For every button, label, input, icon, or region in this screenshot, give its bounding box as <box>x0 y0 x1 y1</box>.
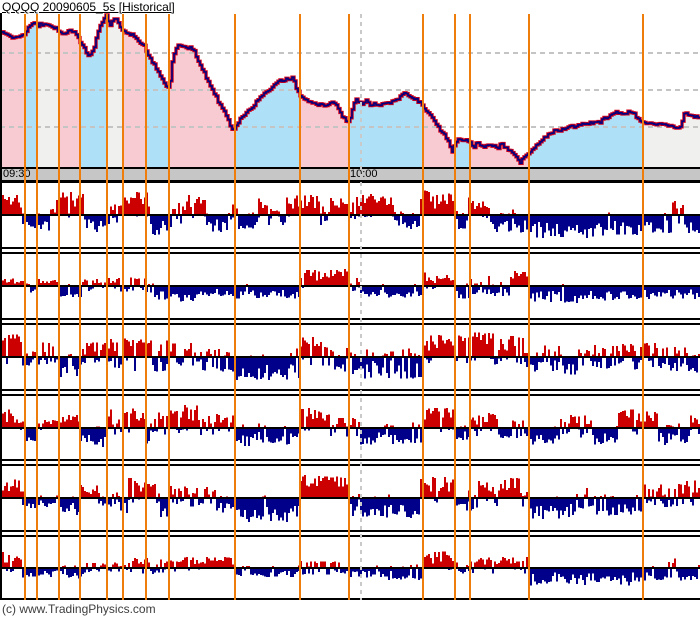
indicator-panel-histogram-4[interactable] <box>0 394 700 461</box>
indicator-panel-histogram-3[interactable] <box>0 323 700 391</box>
event-gridline <box>642 14 644 600</box>
event-gridline <box>168 14 170 600</box>
session-time-gridline <box>360 14 362 600</box>
price-area-chart[interactable] <box>0 13 700 167</box>
chart-left-border <box>0 13 2 600</box>
event-gridline <box>422 14 424 600</box>
event-gridline <box>145 14 147 600</box>
event-gridline <box>122 14 124 600</box>
event-gridline <box>299 14 301 600</box>
time-axis-label-0930: 09:30 <box>3 169 31 180</box>
indicator-panel-histogram-6[interactable] <box>0 535 700 600</box>
copyright-text: (c) www.TradingPhysics.com <box>2 602 156 616</box>
event-gridline <box>348 14 350 600</box>
event-gridline <box>36 14 38 600</box>
time-axis[interactable]: 09:30 10:00 <box>0 167 700 181</box>
event-gridline <box>528 14 530 600</box>
indicator-panel-histogram-5[interactable] <box>0 464 700 532</box>
indicator-panel-histogram-2[interactable] <box>0 252 700 320</box>
event-gridline <box>454 14 456 600</box>
chart-title: QQQQ 20090605_5s [Historical] <box>2 0 175 14</box>
event-gridline <box>469 14 471 600</box>
event-gridline <box>234 14 236 600</box>
indicator-panel-histogram-1[interactable] <box>0 181 700 249</box>
event-gridline <box>106 14 108 600</box>
event-gridline <box>79 14 81 600</box>
time-axis-label-1000: 10:00 <box>350 169 378 180</box>
event-gridline <box>58 14 60 600</box>
event-gridline <box>24 14 26 600</box>
trading-chart-window: QQQQ 20090605_5s [Historical] 09:30 10:00… <box>0 0 700 621</box>
